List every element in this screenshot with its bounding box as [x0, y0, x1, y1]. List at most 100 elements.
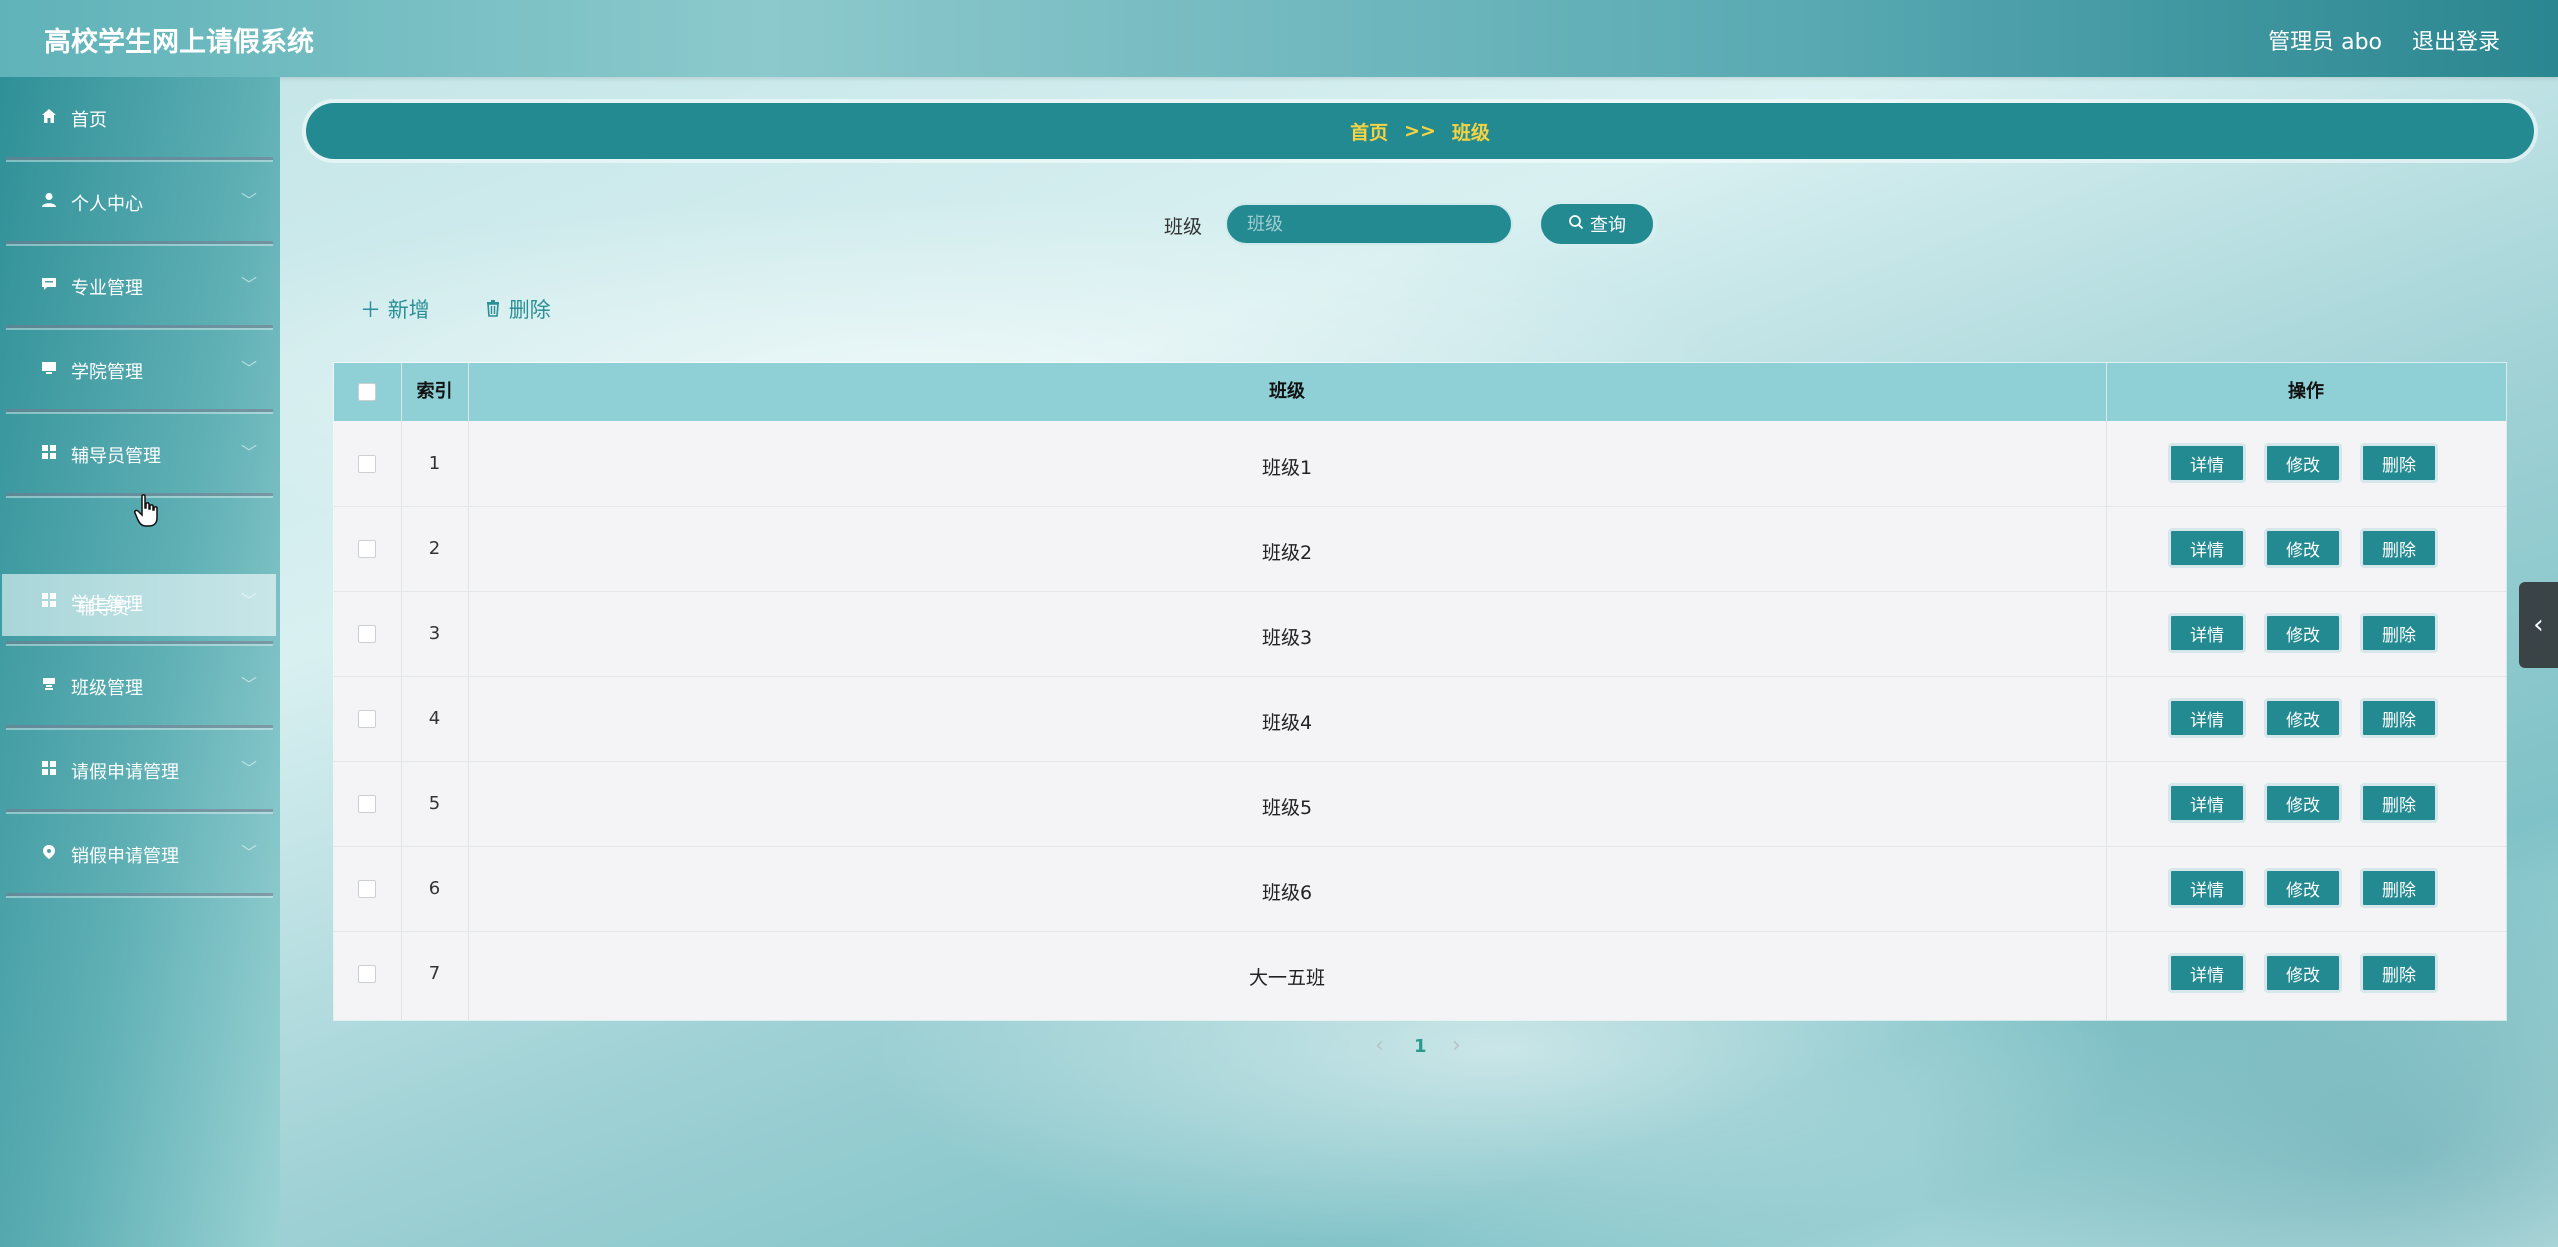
app-title: 高校学生网上请假系统	[44, 27, 314, 58]
row-checkbox[interactable]	[358, 795, 376, 813]
sidebar-item-home[interactable]: 首页	[6, 77, 273, 160]
edit-button[interactable]: 修改	[2264, 528, 2342, 568]
table-row: 4 班级4 详情 修改 删除	[334, 676, 2506, 762]
detail-button[interactable]: 详情	[2168, 783, 2246, 823]
edit-button[interactable]: 修改	[2264, 698, 2342, 738]
grid-icon	[40, 443, 58, 461]
chevron-down-icon: ﹀	[240, 191, 257, 210]
location-icon	[40, 843, 58, 861]
sidebar-item-college[interactable]: 学院管理 ﹀	[6, 329, 273, 412]
edit-button[interactable]: 修改	[2264, 868, 2342, 908]
row-checkbox[interactable]	[358, 455, 376, 473]
delete-button[interactable]: 删除	[2360, 528, 2438, 568]
sidebar-item-cancel-leave[interactable]: 销假申请管理 ﹀	[6, 813, 273, 896]
detail-button[interactable]: 详情	[2168, 698, 2246, 738]
batch-delete-button[interactable]: 删除	[484, 294, 551, 324]
page-number-1[interactable]: 1	[1414, 1036, 1427, 1057]
detail-button[interactable]: 详情	[2168, 953, 2246, 993]
sidebar-item-label: 请假申请管理	[71, 762, 179, 783]
search-input[interactable]	[1225, 203, 1513, 245]
table-row: 5 班级5 详情 修改 删除	[334, 761, 2506, 847]
sidebar-item-counselor[interactable]: 辅导员管理 ﹀	[6, 413, 273, 496]
header-ops: 操作	[2288, 381, 2324, 402]
detail-button[interactable]: 详情	[2168, 443, 2246, 483]
delete-button[interactable]: 删除	[2360, 868, 2438, 908]
cup-icon	[40, 675, 58, 693]
row-checkbox[interactable]	[358, 625, 376, 643]
detail-button[interactable]: 详情	[2168, 868, 2246, 908]
edit-button[interactable]: 修改	[2264, 613, 2342, 653]
row-name: 班级2	[1261, 542, 1313, 564]
detail-button[interactable]: 详情	[2168, 613, 2246, 653]
table-row: 3 班级3 详情 修改 删除	[334, 591, 2506, 677]
sidebar-item-label: 学生管理	[71, 594, 143, 615]
row-checkbox[interactable]	[358, 710, 376, 728]
edit-button[interactable]: 修改	[2264, 953, 2342, 993]
breadcrumb-current: 班级	[1451, 121, 1490, 144]
row-index: 4	[428, 708, 441, 729]
search-button-label: 查询	[1590, 215, 1626, 236]
user-info: 管理员 abo	[2268, 30, 2382, 55]
sidebar-item-profile[interactable]: 个人中心 ﹀	[6, 161, 273, 244]
grid-icon	[40, 759, 58, 777]
header-name[interactable]: 班级	[468, 363, 2106, 421]
row-index: 6	[428, 878, 441, 899]
row-name: 大一五班	[1248, 967, 1325, 989]
search-button[interactable]: 查询	[1537, 200, 1657, 248]
next-page-button[interactable]: ›	[1452, 1033, 1461, 1058]
sidebar-item-label: 个人中心	[71, 194, 143, 215]
delete-button[interactable]: 删除	[2360, 613, 2438, 653]
delete-button[interactable]: 删除	[2360, 783, 2438, 823]
row-name: 班级6	[1261, 882, 1313, 904]
breadcrumb-separator: >>	[1404, 120, 1436, 142]
chevron-down-icon: ﹀	[240, 675, 257, 694]
top-bar: 高校学生网上请假系统 管理员 abo 退出登录	[0, 0, 2558, 77]
edit-button[interactable]: 修改	[2264, 783, 2342, 823]
chevron-down-icon: ﹀	[240, 843, 257, 862]
sidebar-item-label: 辅导员管理	[71, 446, 161, 467]
table-row: 1 班级1 详情 修改 删除	[334, 421, 2506, 507]
chevron-down-icon: ﹀	[240, 275, 257, 294]
sidebar-item-class[interactable]: 班级管理 ﹀	[6, 645, 273, 728]
row-checkbox[interactable]	[358, 965, 376, 983]
sidebar-item-label: 专业管理	[71, 278, 143, 299]
hand-cursor-icon	[134, 494, 160, 536]
sidebar-item-major[interactable]: 专业管理 ﹀	[6, 245, 273, 328]
sidebar-item-student[interactable]: 学生管理 ﹀	[6, 561, 273, 644]
add-button-label: 新增	[387, 298, 430, 322]
logout-link[interactable]: 退出登录	[2412, 24, 2500, 56]
select-all-checkbox[interactable]	[358, 383, 376, 401]
data-table: 索引 班级 操作 1 班级1 详情 修改 删除 2 班级2 详情 修改 删除 3…	[334, 363, 2506, 1020]
breadcrumb: 首页 >> 班级	[306, 103, 2534, 159]
chevron-down-icon: ﹀	[240, 359, 257, 378]
prev-page-button[interactable]: ‹	[1375, 1033, 1384, 1058]
search-icon	[1568, 214, 1584, 235]
breadcrumb-home[interactable]: 首页	[1350, 118, 1388, 145]
chevron-down-icon: ﹀	[240, 759, 257, 778]
row-checkbox[interactable]	[358, 540, 376, 558]
row-index: 1	[428, 453, 441, 474]
monitor-icon	[40, 359, 58, 377]
grid-icon	[40, 591, 58, 609]
row-name: 班级1	[1261, 457, 1313, 479]
table-row: 2 班级2 详情 修改 删除	[334, 506, 2506, 592]
search-label: 班级	[1164, 216, 1203, 238]
delete-button[interactable]: 删除	[2360, 953, 2438, 993]
detail-button[interactable]: 详情	[2168, 528, 2246, 568]
edit-button[interactable]: 修改	[2264, 443, 2342, 483]
row-index: 5	[428, 793, 441, 814]
table-row: 7 大一五班 详情 修改 删除	[334, 931, 2506, 1016]
add-button[interactable]: ＋ 新增	[360, 294, 430, 324]
header-index: 索引	[416, 381, 453, 402]
chevron-down-icon: ﹀	[240, 591, 257, 610]
home-icon	[40, 107, 58, 125]
side-collapse-tab[interactable]: ‹	[2519, 582, 2558, 668]
delete-button[interactable]: 删除	[2360, 443, 2438, 483]
batch-delete-label: 删除	[508, 298, 551, 322]
table-row: 6 班级6 详情 修改 删除	[334, 846, 2506, 932]
row-checkbox[interactable]	[358, 880, 376, 898]
delete-button[interactable]: 删除	[2360, 698, 2438, 738]
row-index: 7	[428, 963, 441, 984]
row-name: 班级4	[1261, 712, 1313, 734]
sidebar-item-leave[interactable]: 请假申请管理 ﹀	[6, 729, 273, 812]
